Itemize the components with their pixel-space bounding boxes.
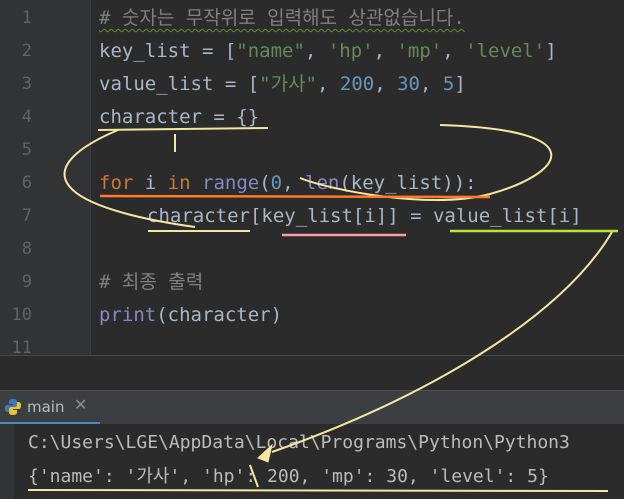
code-token: ( [259,172,271,194]
line-number: 5 [21,140,32,160]
code-token: , [373,40,397,62]
string-token: 'level' [465,40,546,62]
code-token: i [133,172,168,194]
code-token: , [420,73,443,95]
python-icon [5,399,21,415]
line-number: 8 [21,239,32,259]
string-token: 'mp' [396,40,443,62]
code-token: character = {} [99,106,260,128]
code-line-3[interactable]: value_list = ["가사", 200, 30, 5] [99,68,466,101]
console-output-path: C:\Users\LGE\AppData\Local\Programs\Pyth… [28,432,570,453]
code-token: value_list = [ [99,73,260,95]
code-token: character[key_list[i]] = value_list[i] [147,205,582,227]
code-line-2[interactable]: key_list = ["name", 'hp', 'mp', 'level'] [99,35,557,68]
line-number: 1 [21,8,32,28]
line-number: 11 [11,338,32,355]
run-console[interactable]: C:\Users\LGE\AppData\Local\Programs\Pyth… [0,424,624,499]
keyword-token: for [99,172,134,194]
string-token: "name" [236,40,305,62]
number-token: 200 [339,73,375,95]
string-token: 'hp' [327,40,374,62]
console-output-result: {'name': '가사', 'hp': 200, 'mp': 30, 'lev… [28,466,549,487]
editor-console-divider [0,355,624,391]
line-number: 4 [21,107,32,127]
code-token: , [304,40,328,62]
code-line-7[interactable]: character[key_list[i]] = value_list[i] [147,200,582,233]
line-number: 7 [21,206,32,226]
number-token: 0 [270,172,283,194]
number-token: 30 [397,73,420,95]
code-line-10[interactable]: print(character) [99,299,282,332]
line-number: 3 [21,74,32,94]
code-token: (key_list)): [339,172,477,194]
builtin-token: len [305,172,340,194]
string-token: "가사" [259,73,317,95]
code-token: , [442,40,466,62]
keyword-token: in [167,172,191,194]
code-editor[interactable]: 1 2 3 4 5 6 7 8 9 10 11 # 숫자는 무작위로 입력해도 … [0,0,624,355]
line-number: 9 [21,272,32,292]
code-line-9[interactable]: # 최종 출력 [99,266,203,299]
code-token: (character) [156,304,283,326]
code-token: ] [545,40,557,62]
comment-text: # 숫자는 무작위로 입력해도 상관없습니다. [99,7,465,29]
code-line-4[interactable]: character = {} [99,101,259,134]
line-gutter: 1 2 3 4 5 6 7 8 9 10 11 [0,0,90,355]
builtin-token: print [99,304,157,326]
run-tool-window-header: main ✕ [0,390,624,425]
gutter-separator [90,0,91,355]
close-icon[interactable]: ✕ [74,395,87,414]
code-token: ] [454,73,466,95]
code-token: , [317,73,340,95]
run-tab-label[interactable]: main [27,398,64,416]
line-number: 10 [11,305,32,325]
line-number: 2 [21,41,32,61]
code-token: key_list = [ [99,40,237,62]
comment-text: # 최종 출력 [99,271,204,293]
line-number: 6 [21,173,32,193]
code-token: , [282,172,305,194]
code-line-6[interactable]: for i in range(0, len(key_list)): [99,167,477,200]
console-gutter [0,424,14,499]
code-line-1[interactable]: # 숫자는 무작위로 입력해도 상관없습니다. [99,2,465,35]
builtin-token: range [202,172,260,194]
number-token: 5 [442,73,455,95]
code-token: , [374,73,398,95]
